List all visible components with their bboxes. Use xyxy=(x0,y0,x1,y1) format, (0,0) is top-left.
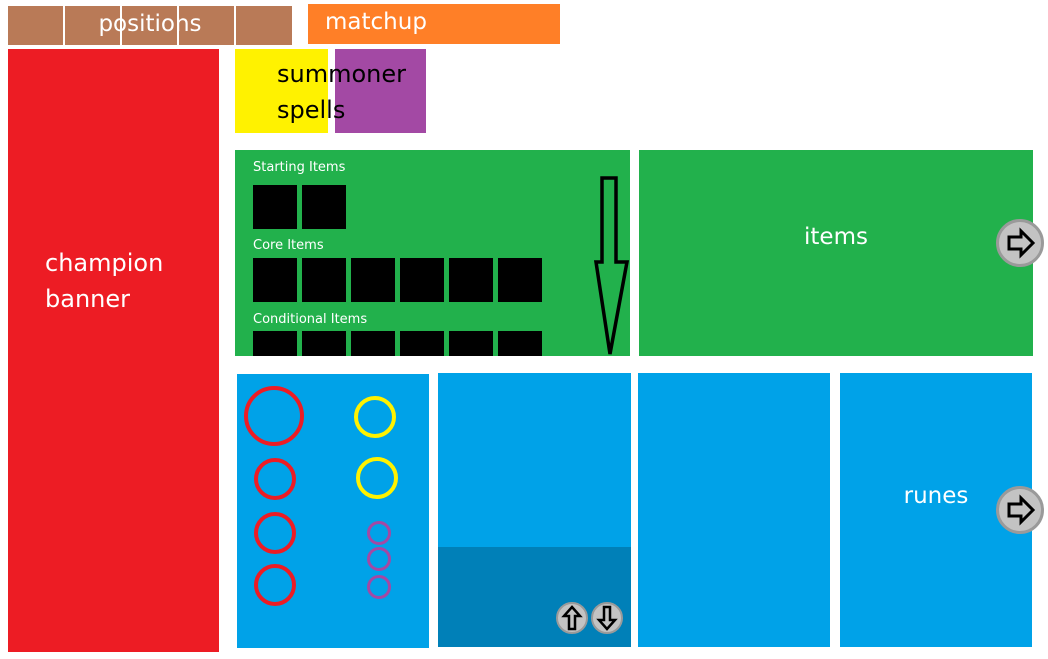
conditional-item-slot[interactable] xyxy=(302,331,346,356)
summoner-label-line2: spells xyxy=(277,96,346,124)
core-item-slot[interactable] xyxy=(302,258,346,302)
champion-label-line1: champion xyxy=(45,249,164,277)
tab-divider xyxy=(63,6,65,45)
conditional-item-slot[interactable] xyxy=(351,331,395,356)
tab-divider xyxy=(177,6,179,45)
stat-shard[interactable] xyxy=(367,575,391,599)
starting-item-slot[interactable] xyxy=(302,185,346,229)
rune-panel-3 xyxy=(638,373,830,647)
secondary-rune[interactable] xyxy=(356,457,398,499)
conditional-item-slot[interactable] xyxy=(253,331,297,356)
primary-rune[interactable] xyxy=(254,458,296,500)
champion-banner-label: champion banner xyxy=(45,245,163,317)
items-next-button[interactable] xyxy=(996,219,1044,267)
starting-item-slot[interactable] xyxy=(253,185,297,229)
right-arrow-icon xyxy=(1007,494,1036,526)
down-arrow-icon xyxy=(596,605,618,631)
conditional-item-slot[interactable] xyxy=(400,331,444,356)
tab-divider xyxy=(120,6,122,45)
items-label: items xyxy=(804,224,868,250)
position-tab-3[interactable] xyxy=(122,6,177,45)
primary-rune[interactable] xyxy=(254,512,296,554)
items-panel[interactable]: items xyxy=(639,150,1033,356)
rune-page-panel xyxy=(438,373,631,647)
item-build-panel[interactable]: Starting Items Core Items Conditional It… xyxy=(235,150,630,356)
secondary-rune[interactable] xyxy=(354,396,396,438)
position-tab-2[interactable] xyxy=(65,6,120,45)
conditional-item-slot[interactable] xyxy=(449,331,493,356)
core-items-label: Core Items xyxy=(253,238,324,253)
primary-rune[interactable] xyxy=(254,564,296,606)
position-tab-1[interactable] xyxy=(8,6,63,45)
position-tab-4[interactable] xyxy=(179,6,234,45)
summoner-spells-label: summoner spells xyxy=(277,56,406,128)
core-item-slot[interactable] xyxy=(449,258,493,302)
champion-banner: champion banner xyxy=(8,49,219,652)
stat-shard[interactable] xyxy=(367,521,391,545)
starting-items-label: Starting Items xyxy=(253,160,346,175)
scroll-up-button[interactable] xyxy=(556,602,588,634)
core-item-slot[interactable] xyxy=(351,258,395,302)
down-arrow-icon xyxy=(593,176,630,355)
matchup-button[interactable]: matchup xyxy=(308,4,560,44)
right-arrow-icon xyxy=(1007,227,1036,259)
conditional-items-label: Conditional Items xyxy=(253,312,368,327)
core-item-slot[interactable] xyxy=(498,258,542,302)
champion-label-line2: banner xyxy=(45,285,130,313)
core-item-slot[interactable] xyxy=(253,258,297,302)
scroll-down-button[interactable] xyxy=(591,602,623,634)
core-item-slot[interactable] xyxy=(400,258,444,302)
tab-divider xyxy=(234,6,236,45)
up-arrow-icon xyxy=(561,605,583,631)
stat-shard[interactable] xyxy=(367,547,391,571)
conditional-item-slot[interactable] xyxy=(498,331,542,356)
rune-tree-panel xyxy=(237,374,429,648)
summoner-label-line1: summoner xyxy=(277,60,406,88)
position-tab-5[interactable] xyxy=(236,6,292,45)
runes-next-button[interactable] xyxy=(996,486,1044,534)
keystone-rune[interactable] xyxy=(244,386,304,446)
rune-page-scroll-area[interactable] xyxy=(438,547,631,647)
